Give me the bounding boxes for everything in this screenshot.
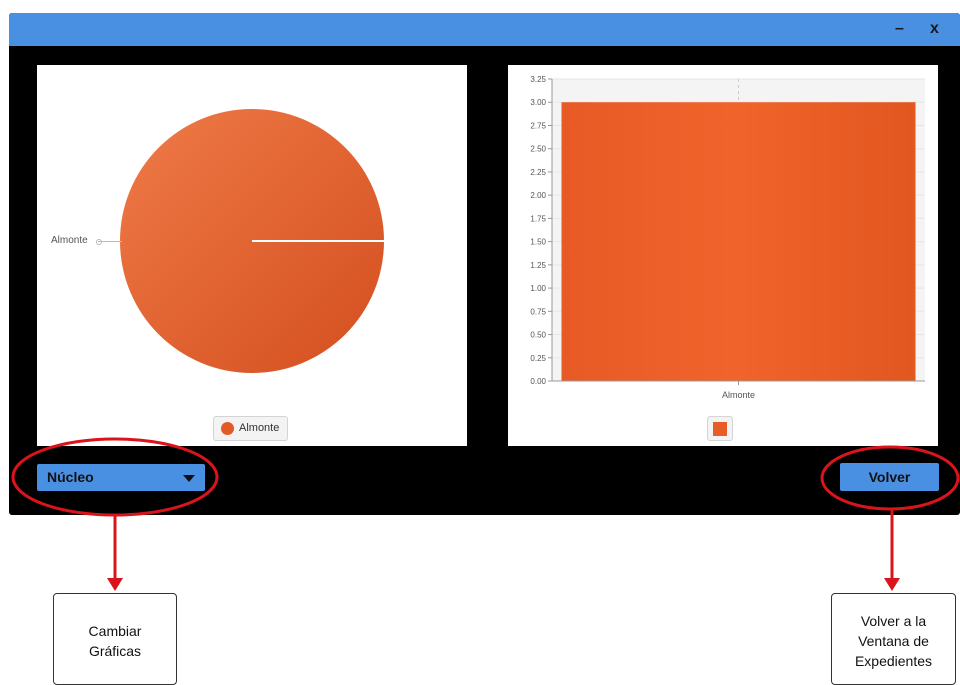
x-tick-label-almonte: Almonte bbox=[722, 390, 755, 400]
y-tick-label: 0.75 bbox=[530, 307, 546, 316]
callout-volver-expedientes: Volver a la Ventana de Expedientes bbox=[831, 593, 956, 685]
y-tick-label: 2.00 bbox=[530, 191, 546, 200]
pie-legend: Almonte bbox=[213, 416, 288, 441]
callout-arrow-left-head bbox=[107, 578, 123, 591]
y-tick-label: 0.00 bbox=[530, 377, 546, 386]
volver-button[interactable]: Volver bbox=[840, 463, 939, 491]
legend-label-almonte: Almonte bbox=[239, 422, 280, 434]
combobox-value: Núcleo bbox=[47, 469, 94, 485]
close-button[interactable]: x bbox=[930, 20, 939, 38]
pie-label-dot bbox=[96, 239, 102, 245]
bar-legend bbox=[707, 416, 733, 441]
callout-left-line2: Gráficas bbox=[88, 643, 142, 659]
callout-right-line1: Volver a la bbox=[860, 613, 927, 629]
bar-chart-panel: 0.00 0.25 0.50 0.75 1.00 1.25 1.50 1.75 2.00 2.25… bbox=[508, 65, 938, 446]
y-tick-label: 2.75 bbox=[530, 121, 546, 130]
dropdown-arrow-icon bbox=[183, 475, 195, 482]
y-tick-label: 0.50 bbox=[530, 331, 546, 340]
minimize-button[interactable]: – bbox=[895, 20, 904, 38]
y-tick-label: 3.00 bbox=[530, 98, 546, 107]
pie-chart-panel: Almonte Almonte bbox=[37, 65, 467, 446]
callout-arrow-right-head bbox=[884, 578, 900, 591]
charts-window: – x Almonte Almonte 0.00 0.25 0.50 0.75 1.00… bbox=[9, 13, 960, 515]
callout-cambiar-graficas: Cambiar Gráficas bbox=[53, 593, 177, 685]
y-tick-label: 1.75 bbox=[530, 214, 546, 223]
y-tick-label: 1.00 bbox=[530, 284, 546, 293]
y-tick-label: 0.25 bbox=[530, 354, 546, 363]
pie-label-line bbox=[98, 241, 122, 242]
pie-slice-label: Almonte bbox=[51, 235, 88, 246]
y-tick-label: 2.25 bbox=[530, 168, 546, 177]
y-tick-label: 1.25 bbox=[530, 261, 546, 270]
legend-swatch-almonte bbox=[221, 422, 234, 435]
chart-type-combobox[interactable]: Núcleo bbox=[37, 464, 205, 491]
y-tick-label: 1.50 bbox=[530, 238, 546, 247]
bar-almonte[interactable] bbox=[561, 102, 916, 381]
y-tick-label: 3.25 bbox=[530, 75, 546, 84]
pie-chart bbox=[120, 109, 384, 373]
y-tick-label: 2.50 bbox=[530, 145, 546, 154]
bar-chart: 0.00 0.25 0.50 0.75 1.00 1.25 1.50 1.75 2.00 2.25… bbox=[530, 75, 925, 400]
callout-right-line2: Ventana de bbox=[858, 633, 929, 649]
window-titlebar: – x bbox=[9, 13, 960, 46]
legend-swatch-bar bbox=[713, 422, 727, 436]
callout-right-line3: Expedientes bbox=[854, 653, 933, 669]
callout-left-line1: Cambiar bbox=[88, 623, 142, 639]
